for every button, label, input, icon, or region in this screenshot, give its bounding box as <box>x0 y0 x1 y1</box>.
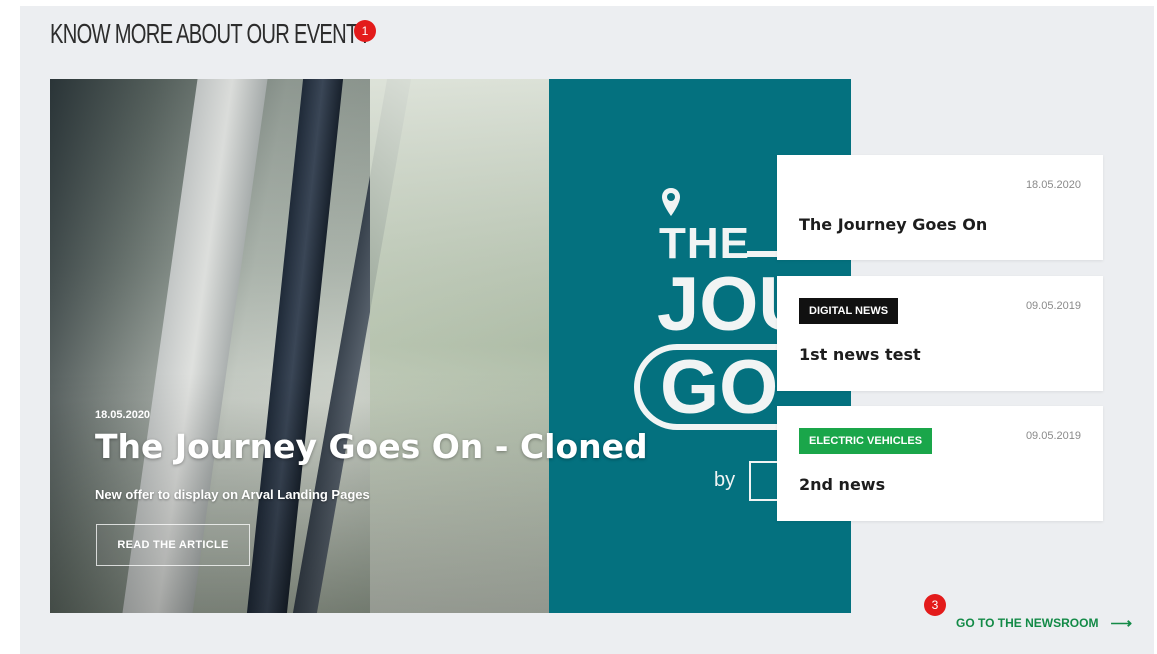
news-title[interactable]: 1st news test <box>799 345 921 364</box>
hero-date: 18.05.2020 <box>95 409 151 421</box>
news-tag-electric[interactable]: ELECTRIC VEHICLES <box>799 428 933 454</box>
news-title[interactable]: The Journey Goes On <box>799 215 987 234</box>
brand-word-goes: GO <box>660 345 779 430</box>
go-to-newsroom-link[interactable]: GO TO THE NEWSROOM ⟶ <box>956 614 1132 632</box>
brand-by-label: by <box>714 469 736 491</box>
arrow-right-icon: ⟶ <box>1110 615 1132 632</box>
location-pin-icon <box>662 188 680 216</box>
news-date: 18.05.2020 <box>1025 179 1081 191</box>
newsroom-link-label: GO TO THE NEWSROOM <box>956 616 1099 630</box>
hero-title[interactable]: The Journey Goes On - Cloned <box>95 427 648 466</box>
news-tag-digital[interactable]: DIGITAL NEWS <box>799 298 899 324</box>
hero-subtitle: New offer to display on Arval Landing Pa… <box>95 487 370 502</box>
annotation-badge: 1 <box>354 20 376 42</box>
news-title[interactable]: 2nd news <box>799 475 885 494</box>
news-date: 09.05.2019 <box>1025 430 1081 442</box>
news-date: 09.05.2019 <box>1025 300 1081 312</box>
section-header: KNOW MORE ABOUT OUR EVENT ! <box>50 14 490 54</box>
hero-banner[interactable]: THE JOU GO by 18.05.2020 The Journey Goe… <box>50 79 851 613</box>
news-card[interactable]: DIGITAL NEWS 09.05.2019 1st news test <box>777 276 1103 391</box>
news-card[interactable]: 18.05.2020 The Journey Goes On <box>777 155 1103 260</box>
section-title: KNOW MORE ABOUT OUR EVENT ! <box>50 18 368 49</box>
news-card[interactable]: ELECTRIC VEHICLES 09.05.2019 2nd news <box>777 406 1103 521</box>
annotation-badge: 3 <box>924 594 946 616</box>
read-article-button[interactable]: READ THE ARTICLE <box>96 524 250 566</box>
